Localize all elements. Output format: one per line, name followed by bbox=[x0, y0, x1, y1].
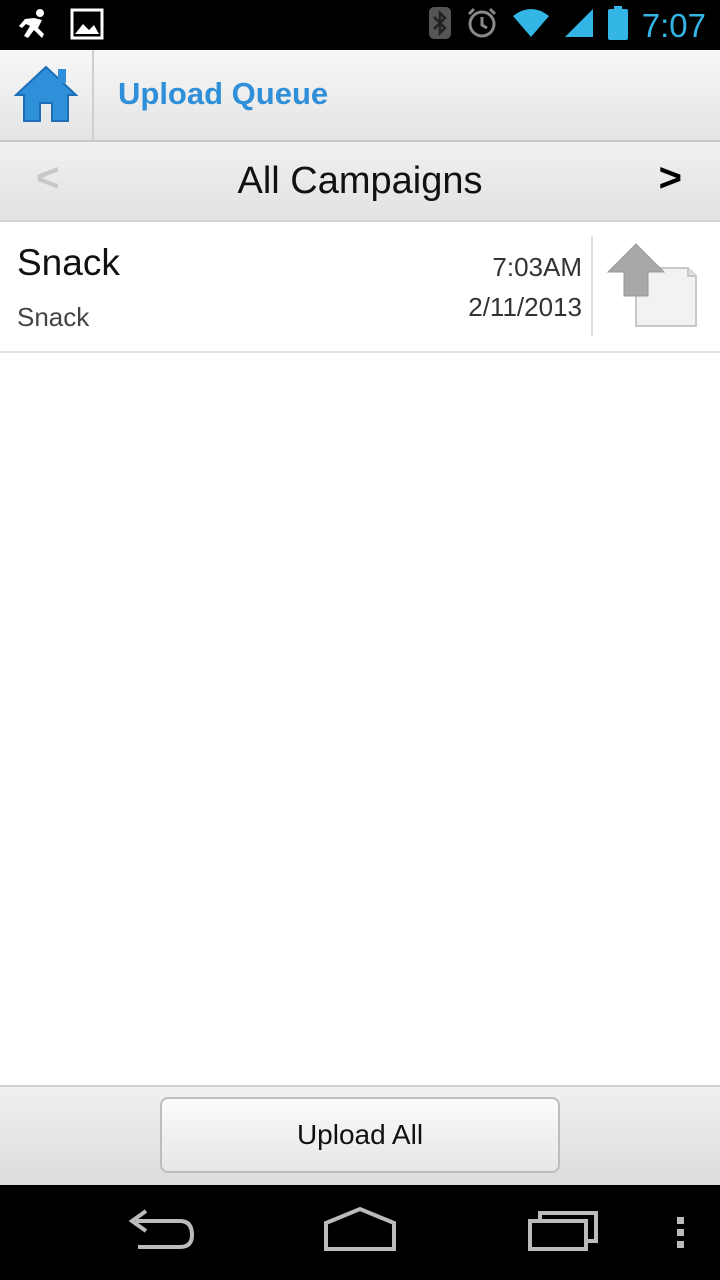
battery-icon bbox=[607, 6, 628, 45]
alarm-icon bbox=[466, 7, 498, 44]
action-bar-divider bbox=[92, 50, 94, 140]
recent-apps-icon[interactable] bbox=[526, 1205, 600, 1260]
bottom-action-panel: Upload All bbox=[0, 1085, 720, 1185]
wifi-icon bbox=[512, 8, 550, 43]
running-notification-icon bbox=[16, 8, 52, 47]
item-date: 2/11/2013 bbox=[468, 292, 582, 322]
image-notification-icon bbox=[70, 8, 104, 47]
system-nav-bar bbox=[0, 1185, 720, 1280]
home-icon bbox=[13, 63, 79, 128]
item-title: Snack bbox=[17, 242, 120, 283]
item-time: 7:03AM bbox=[492, 252, 582, 282]
home-nav-icon[interactable] bbox=[322, 1205, 398, 1260]
signal-icon bbox=[564, 8, 594, 43]
back-icon[interactable] bbox=[124, 1205, 196, 1260]
overflow-menu-icon[interactable] bbox=[674, 1205, 688, 1260]
page-title: Upload Queue bbox=[118, 76, 329, 111]
item-separator bbox=[591, 236, 593, 336]
upload-file-icon[interactable] bbox=[604, 240, 700, 334]
bluetooth-icon bbox=[428, 6, 452, 45]
status-bar: 7:07 bbox=[0, 0, 720, 50]
campaign-title: All Campaigns bbox=[237, 160, 483, 202]
campaign-navigator: < All Campaigns > bbox=[0, 142, 720, 222]
action-bar: Upload Queue bbox=[0, 50, 720, 142]
upload-all-button[interactable]: Upload All bbox=[160, 1097, 560, 1173]
list-item[interactable]: Snack Snack 7:03AM 2/11/2013 bbox=[0, 222, 720, 353]
home-button[interactable] bbox=[0, 50, 92, 140]
next-campaign-button[interactable]: > bbox=[659, 156, 682, 201]
item-subtitle: Snack bbox=[17, 302, 90, 332]
status-time: 7:07 bbox=[641, 6, 706, 44]
